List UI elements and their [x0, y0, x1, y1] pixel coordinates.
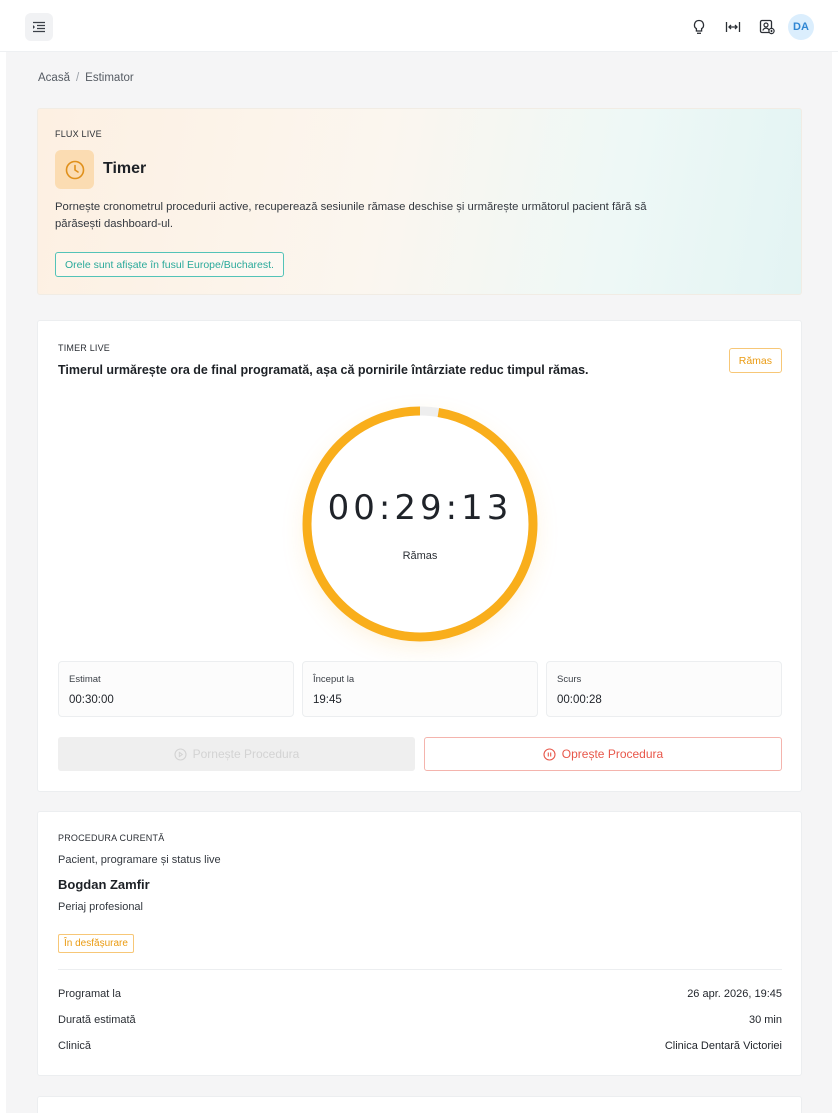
timer-icon-tile	[55, 150, 94, 189]
menu-indent-icon	[33, 21, 45, 33]
procedure-subtitle: Pacient, programare și status live	[58, 854, 221, 866]
lightbulb-icon	[693, 19, 705, 34]
stat-value: 19:45	[313, 694, 342, 706]
detail-key: Clinică	[58, 1040, 92, 1052]
detail-value: 26 apr. 2026, 19:45	[687, 988, 782, 1000]
tips-button[interactable]	[682, 14, 716, 40]
start-procedure-label: Pornește Procedura	[192, 747, 300, 761]
avatar[interactable]: DA	[788, 14, 814, 40]
breadcrumb-current: Estimator	[85, 72, 134, 84]
banner-description: Pornește cronometrul procedurii active, …	[55, 201, 647, 230]
stat-label: Estimat	[69, 674, 101, 685]
timezone-badge: Orele sunt afișate în fusul Europe/Bucha…	[55, 252, 284, 277]
timer-eyebrow: TIMER LIVE	[58, 343, 111, 353]
detail-key: Durată estimată	[58, 1014, 136, 1026]
breadcrumb-home[interactable]: Acasă	[38, 72, 70, 84]
timer-mode-badge[interactable]: Rămas	[728, 348, 782, 373]
pause-circle-icon	[543, 747, 556, 761]
account-button[interactable]	[750, 14, 784, 40]
stop-procedure-label: Oprește Procedura	[561, 747, 664, 761]
full-width-button[interactable]	[716, 14, 750, 40]
stat-value: 00:00:28	[557, 694, 602, 706]
detail-value: 30 min	[748, 1014, 782, 1026]
main-content: Acasă / Estimator FLUX LIVE Timer Pornește…	[6, 52, 832, 1113]
banner-eyebrow: FLUX LIVE	[55, 129, 102, 139]
remaining-label: Rămas	[402, 550, 438, 562]
countdown-ring: 00:29:13 Rămas	[300, 404, 540, 644]
next-section-card	[37, 1096, 802, 1113]
breadcrumb-separator: /	[75, 72, 80, 84]
procedure-eyebrow: PROCEDURA CURENTĂ	[58, 833, 165, 843]
stop-procedure-button[interactable]: Oprește Procedura	[424, 737, 782, 771]
stat-label: Început la	[313, 674, 355, 685]
timer-heading: Timerul urmărește ora de final programat…	[58, 363, 589, 377]
stat-label: Scurs	[557, 674, 582, 685]
breadcrumb: Acasă / Estimator	[38, 72, 134, 84]
stat-value: 00:30:00	[69, 694, 114, 706]
width-icon	[725, 22, 741, 32]
page-title: Timer	[103, 160, 147, 177]
start-procedure-button[interactable]: Pornește Procedura	[58, 737, 415, 771]
detail-value: Clinica Dentară Victoriei	[664, 1040, 782, 1052]
divider	[58, 969, 782, 970]
user-badge-icon	[759, 19, 775, 35]
status-badge: În desfășurare	[58, 934, 134, 953]
live-flow-banner: FLUX LIVE Timer Pornește cronometrul pro…	[37, 108, 802, 295]
clock-icon	[65, 160, 84, 179]
treatment-name: Periaj profesional	[58, 901, 143, 913]
patient-name: Bogdan Zamfir	[58, 877, 150, 892]
stat-estimated: Estimat 00:30:00	[58, 661, 294, 717]
play-circle-icon	[174, 747, 187, 761]
sidebar-toggle-button[interactable]	[25, 13, 53, 41]
detail-key: Programat la	[58, 988, 121, 1000]
stat-elapsed: Scurs 00:00:28	[546, 661, 782, 717]
current-procedure-card: PROCEDURA CURENTĂ Pacient, programare și…	[37, 811, 802, 1076]
live-timer-card: TIMER LIVE Timerul urmărește ora de fina…	[37, 320, 802, 792]
stat-started-at: Început la 19:45	[302, 661, 538, 717]
remaining-time: 00:29:13	[327, 488, 513, 528]
top-bar: DA	[0, 0, 838, 52]
